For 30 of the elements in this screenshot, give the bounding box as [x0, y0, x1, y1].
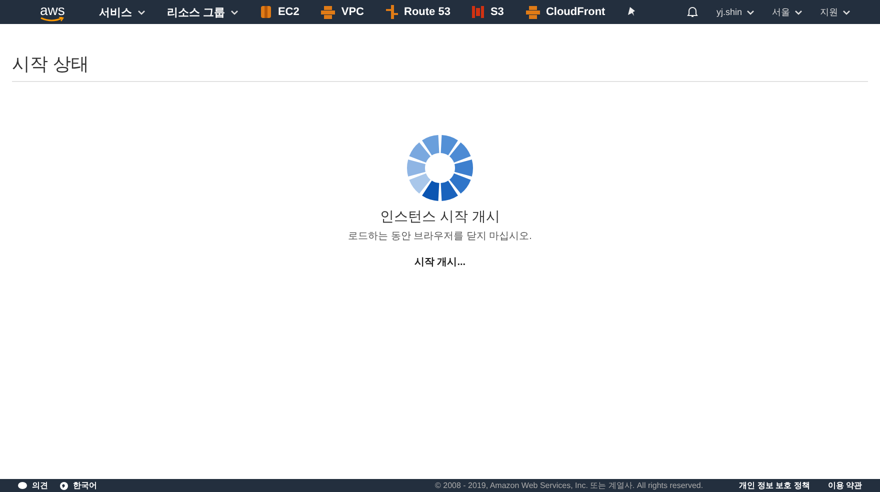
caret-icon	[747, 10, 754, 14]
feedback-link[interactable]: 의견	[18, 482, 48, 490]
caret-icon	[138, 10, 145, 14]
account-menu[interactable]: yj.shin	[716, 7, 754, 17]
globe-icon	[60, 482, 68, 490]
status-heading: 인스턴스 시작 개시	[380, 208, 500, 226]
caret-icon	[230, 10, 238, 14]
service-shortcut[interactable]: Route 53	[386, 5, 450, 19]
footer-link[interactable]: 개인 정보 보호 정책	[739, 482, 810, 490]
nav-menu[interactable]: 리소스 그룹	[166, 4, 238, 20]
account-menu[interactable]: 지원	[820, 6, 850, 18]
caret-icon	[843, 10, 850, 14]
nav-menu[interactable]: 서비스	[98, 4, 145, 20]
loading-spinner-icon	[406, 134, 474, 202]
aws-logo[interactable]: aws	[40, 2, 65, 22]
account-menu[interactable]: 서울	[772, 6, 802, 18]
service-shortcut[interactable]: CloudFront	[526, 6, 606, 18]
speech-bubble-icon	[18, 482, 27, 490]
service-shortcut[interactable]: EC2	[260, 5, 300, 19]
footer-link[interactable]: 이용 약관	[828, 482, 862, 490]
service-shortcut[interactable]: S3	[472, 5, 504, 19]
notification-bell-icon[interactable]	[687, 6, 698, 18]
chip-icon	[260, 5, 272, 19]
copyright-text: © 2008 - 2019, Amazon Web Services, Inc. 또는 계열사. All rights reserved.	[435, 482, 704, 490]
language-selector[interactable]: 한국어	[60, 482, 97, 490]
progress-text: 시작 개시...	[414, 256, 466, 269]
page-title: 시작 상태	[12, 52, 868, 82]
status-note: 로드하는 동안 브라우저를 닫지 마십시오.	[348, 230, 532, 243]
caret-icon	[795, 10, 802, 14]
service-shortcut[interactable]: VPC	[321, 6, 364, 18]
